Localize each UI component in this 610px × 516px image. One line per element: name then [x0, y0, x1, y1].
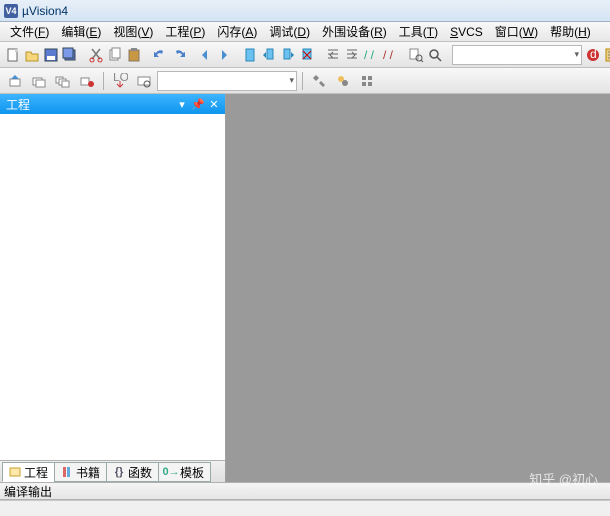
menu-t[interactable]: 工具(T) — [393, 21, 444, 42]
project-panel: 工程 ▾ 📌 ✕ 工程书籍{}函数0→模板 — [0, 94, 226, 482]
build-output-panel-header[interactable]: 编译输出 — [0, 482, 610, 500]
panel-tab-书籍[interactable]: 书籍 — [54, 462, 107, 482]
stop-build-icon[interactable] — [76, 70, 98, 92]
nav-fwd-icon[interactable] — [215, 44, 233, 66]
menu-v[interactable]: 视图(V) — [107, 21, 159, 42]
panel-tab-函数[interactable]: {}函数 — [106, 462, 159, 482]
workspace: 工程 ▾ 📌 ✕ 工程书籍{}函数0→模板 — [0, 94, 610, 482]
target-options-icon[interactable] — [133, 70, 155, 92]
save-icon[interactable] — [42, 44, 60, 66]
save-all-icon[interactable] — [61, 44, 79, 66]
func-tab-icon: {} — [113, 466, 125, 478]
project-panel-header[interactable]: 工程 ▾ 📌 ✕ — [0, 94, 225, 114]
title-bar: V4 µVision4 — [0, 0, 610, 22]
manage-icon[interactable] — [356, 70, 378, 92]
indent-right-icon[interactable] — [343, 44, 361, 66]
template-tab-icon: 0→ — [165, 466, 177, 478]
project-panel-title: 工程 — [6, 96, 30, 113]
panel-close-icon[interactable]: ✕ — [207, 98, 221, 111]
menu-h[interactable]: 帮助(H) — [544, 21, 597, 42]
find-in-files-icon[interactable] — [407, 44, 425, 66]
panel-tab-模板[interactable]: 0→模板 — [158, 462, 211, 482]
rebuild-icon[interactable] — [28, 70, 50, 92]
project-tab-icon — [9, 466, 21, 478]
svg-text:d: d — [590, 47, 597, 61]
bookmark-next-icon[interactable] — [279, 44, 297, 66]
config-icon[interactable] — [603, 44, 610, 66]
menu-p[interactable]: 工程(P) — [159, 21, 211, 42]
build-output-title: 编译输出 — [4, 483, 52, 500]
debug-start-icon[interactable]: d — [584, 44, 602, 66]
bookmark-clear-icon[interactable] — [298, 44, 316, 66]
comment-icon[interactable]: / / — [362, 44, 380, 66]
panel-tab-工程[interactable]: 工程 — [2, 462, 55, 482]
menu-a[interactable]: 闪存(A) — [211, 21, 263, 42]
menu-bar: 文件(F)编辑(E)视图(V)工程(P)闪存(A)调试(D)外围设备(R)工具(… — [0, 22, 610, 42]
uncomment-icon[interactable]: / / — [381, 44, 399, 66]
target-combo[interactable]: ▾ — [157, 71, 297, 91]
books-tab-icon — [61, 466, 73, 478]
wizard-icon[interactable] — [332, 70, 354, 92]
menu-f[interactable]: 文件(F) — [4, 21, 55, 42]
editor-area[interactable] — [226, 94, 610, 482]
bookmark-prev-icon[interactable] — [260, 44, 278, 66]
toolbox-icon[interactable] — [308, 70, 330, 92]
menu-svcs[interactable]: SVCS — [444, 23, 489, 41]
svg-text:/ /: / / — [364, 48, 375, 62]
open-file-icon[interactable] — [23, 44, 41, 66]
nav-back-icon[interactable] — [196, 44, 214, 66]
menu-r[interactable]: 外围设备(R) — [316, 21, 393, 42]
build-toolbar: LOAD ▾ — [0, 68, 610, 94]
indent-left-icon[interactable] — [324, 44, 342, 66]
menu-d[interactable]: 调试(D) — [263, 21, 316, 42]
menu-w[interactable]: 窗口(W) — [489, 21, 544, 42]
cut-icon[interactable] — [87, 44, 105, 66]
main-toolbar: / / / / ▾ d — [0, 42, 610, 68]
build-all-icon[interactable] — [52, 70, 74, 92]
new-file-icon[interactable] — [4, 44, 22, 66]
status-bar — [0, 500, 610, 516]
project-tree[interactable] — [0, 114, 225, 460]
panel-pin-icon[interactable]: 📌 — [191, 98, 205, 111]
redo-icon[interactable] — [170, 44, 188, 66]
menu-e[interactable]: 编辑(E) — [55, 21, 107, 42]
project-panel-tabs: 工程书籍{}函数0→模板 — [0, 460, 225, 482]
panel-dropdown-icon[interactable]: ▾ — [175, 98, 189, 111]
find-icon[interactable] — [426, 44, 444, 66]
bookmark-icon[interactable] — [241, 44, 259, 66]
undo-icon[interactable] — [151, 44, 169, 66]
build-icon[interactable] — [4, 70, 26, 92]
app-title: µVision4 — [22, 4, 68, 18]
svg-text:/ /: / / — [383, 48, 394, 62]
copy-icon[interactable] — [106, 44, 124, 66]
paste-icon[interactable] — [125, 44, 143, 66]
download-icon[interactable]: LOAD — [109, 70, 131, 92]
app-icon: V4 — [4, 4, 18, 18]
find-combo[interactable]: ▾ — [452, 45, 582, 65]
